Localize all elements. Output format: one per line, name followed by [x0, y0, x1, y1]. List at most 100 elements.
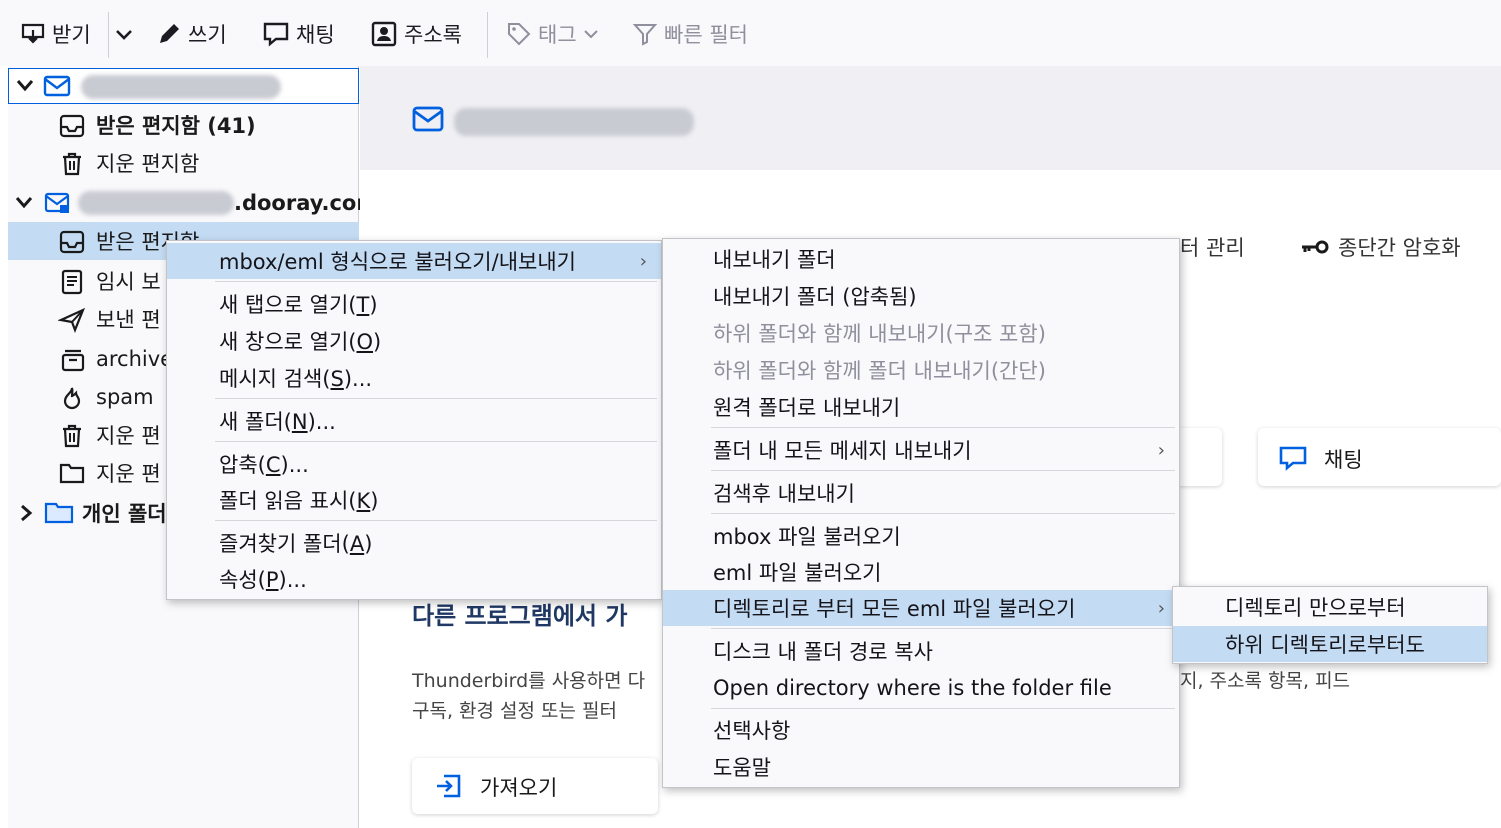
folder-label: 지운 편 [96, 424, 161, 448]
address-book-label: 주소록 [404, 23, 462, 47]
chevron-right-icon: › [639, 250, 647, 272]
e2e-encryption-label: 종단간 암호화 [1338, 236, 1461, 260]
write-button[interactable]: 쓰기 [156, 14, 227, 54]
menu-item-label: 디스크 내 폴더 경로 복사 [713, 640, 933, 664]
menu-item-label: 메시지 검색 [219, 367, 323, 391]
folder-trash[interactable]: 지운 편지함 [8, 144, 359, 182]
submenu-item-export-with-subfolders-flat[interactable]: 하위 폴더와 함께 폴더 내보내기(간단) [663, 352, 1179, 388]
menu-ellipsis: ... [286, 568, 307, 592]
menu-separator [215, 398, 657, 399]
tag-button[interactable]: 태그 [506, 14, 599, 54]
card-fragment [1178, 428, 1222, 486]
menu-item-label: 내보내기 폴더 [713, 248, 836, 272]
menu-item-label: 디렉토리로 부터 모든 eml 파일 불러오기 [713, 597, 1076, 621]
folder-label: 개인 폴더 [82, 502, 167, 526]
menu-item-label: 속성 [219, 568, 258, 592]
folder-inbox[interactable]: 받은 편지함 (41) [8, 106, 359, 144]
submenu-item-include-subdirectories[interactable]: 하위 디렉토리로부터도 [1173, 626, 1487, 662]
account-name-redacted [454, 108, 694, 136]
address-book-button[interactable]: 주소록 [370, 14, 462, 54]
write-label: 쓰기 [188, 23, 227, 47]
menu-item-label: mbox 파일 불러오기 [713, 525, 901, 549]
submenu-item-export-remote[interactable]: 원격 폴더로 내보내기 [663, 389, 1179, 425]
account-row-2[interactable]: .dooray.com [8, 184, 378, 222]
menu-item-search-messages[interactable]: 메시지 검색(S)... [167, 360, 661, 396]
menu-item-properties[interactable]: 속성(P)... [167, 561, 661, 597]
submenu-item-help[interactable]: 도움말 [663, 749, 1179, 785]
submenu-item-import-mbox[interactable]: mbox 파일 불러오기 [663, 518, 1179, 554]
menu-accesskey: K [356, 489, 371, 513]
chevron-right-icon[interactable] [16, 503, 36, 523]
menu-item-new-folder[interactable]: 새 폴더(N)... [167, 403, 661, 439]
submenu-item-directory-only[interactable]: 디렉토리 만으로부터 [1173, 589, 1487, 625]
inbox-icon [58, 229, 86, 255]
get-messages-dropdown[interactable] [114, 14, 134, 54]
menu-accesskey: S [330, 367, 344, 391]
menu-separator [215, 520, 657, 521]
mail-account-icon [43, 75, 71, 97]
account-domain: .dooray.com [234, 191, 379, 215]
get-messages-button[interactable]: 받기 [20, 14, 91, 54]
menu-item-mark-folder-read[interactable]: 폴더 읽음 표시(K) [167, 482, 661, 518]
submenu-item-copy-folder-path[interactable]: 디스크 내 폴더 경로 복사 [663, 633, 1179, 669]
draft-icon [60, 269, 84, 295]
submenu-item-import-eml[interactable]: eml 파일 불러오기 [663, 554, 1179, 590]
folder-icon [44, 501, 74, 525]
chevron-right-icon: › [1157, 439, 1165, 461]
address-book-icon [371, 21, 397, 47]
submenu-item-import-eml-from-directory[interactable]: 디렉토리로 부터 모든 eml 파일 불러오기 › [663, 590, 1179, 626]
chat-button[interactable]: 채팅 [262, 14, 335, 54]
import-icon [434, 772, 464, 805]
submenu-item-search-export[interactable]: 검색후 내보내기 [663, 475, 1179, 511]
menu-item-compact[interactable]: 압축(C)... [167, 446, 661, 482]
menu-item-label: eml 파일 불러오기 [713, 561, 882, 585]
menu-item-favorite-folder[interactable]: 즐겨찾기 폴더(A) [167, 525, 661, 561]
main-toolbar: 받기 쓰기 채팅 주소록 태그 빠른 필터 [0, 0, 1501, 66]
folder-label: 보낸 편 [96, 308, 161, 332]
menu-accesskey: A [349, 532, 365, 556]
menu-accesskey: N [291, 410, 308, 434]
trash-icon [60, 423, 84, 449]
menu-item-label: Open directory where is the folder file [713, 676, 1112, 700]
menu-item-label: 하위 폴더와 함께 폴더 내보내기(간단) [713, 359, 1046, 383]
menu-item-label: 선택사항 [713, 719, 791, 743]
menu-separator [711, 427, 1175, 428]
submenu-item-options[interactable]: 선택사항 [663, 712, 1179, 748]
import-button[interactable]: 가져오기 [412, 758, 658, 814]
trash-icon [60, 151, 84, 177]
quick-filter-button[interactable]: 빠른 필터 [632, 14, 748, 54]
account-name-redacted [81, 75, 281, 99]
menu-item-label: 새 폴더 [219, 410, 284, 434]
menu-item-label: 원격 폴더로 내보내기 [713, 396, 901, 420]
submenu-item-export-all-messages[interactable]: 폴더 내 모든 메세지 내보내기 › [663, 432, 1179, 468]
import-heading: 다른 프로그램에서 가 [412, 602, 628, 630]
chat-card[interactable]: 채팅 [1258, 428, 1501, 486]
menu-item-label: 압축 [219, 453, 258, 477]
tag-icon [508, 23, 531, 46]
submenu-item-export-with-subfolders-structured[interactable]: 하위 폴더와 함께 내보내기(구조 포함) [663, 315, 1179, 351]
folder-label: 지운 편 [96, 462, 161, 486]
menu-item-open-new-window[interactable]: 새 창으로 열기(O) [167, 323, 661, 359]
submenu-item-export-folder[interactable]: 내보내기 폴더 [663, 241, 1179, 277]
menu-separator [711, 513, 1175, 514]
submenu-item-export-folder-zip[interactable]: 내보내기 폴더 (압축됨) [663, 278, 1179, 314]
e2e-encryption-link[interactable]: 종단간 암호화 [1300, 232, 1461, 262]
menu-item-label: 디렉토리 만으로부터 [1225, 596, 1406, 620]
download-icon [21, 23, 45, 44]
import-text-line2: 구독, 환경 설정 또는 필터 [412, 700, 617, 722]
filter-manage-link[interactable]: 터 관리 [1180, 232, 1245, 262]
submenu-item-open-directory[interactable]: Open directory where is the folder file [663, 670, 1179, 706]
menu-item-open-new-tab[interactable]: 새 탭으로 열기(T) [167, 286, 661, 322]
quick-filter-label: 빠른 필터 [664, 23, 748, 47]
chevron-down-icon[interactable] [15, 75, 35, 95]
chevron-down-icon[interactable] [14, 192, 34, 212]
folder-context-menu: mbox/eml 형식으로 불러오기/내보내기 › 새 탭으로 열기(T) 새 … [166, 240, 662, 600]
menu-item-label: 폴더 내 모든 메세지 내보내기 [713, 439, 972, 463]
chat-icon [1278, 445, 1308, 476]
menu-item-import-export[interactable]: mbox/eml 형식으로 불러오기/내보내기 › [167, 243, 661, 279]
chevron-down-icon [583, 30, 598, 39]
account-row-1[interactable] [8, 68, 359, 104]
toolbar-divider [108, 12, 109, 58]
chat-card-label: 채팅 [1324, 448, 1363, 472]
menu-ellipsis: ... [315, 410, 336, 434]
